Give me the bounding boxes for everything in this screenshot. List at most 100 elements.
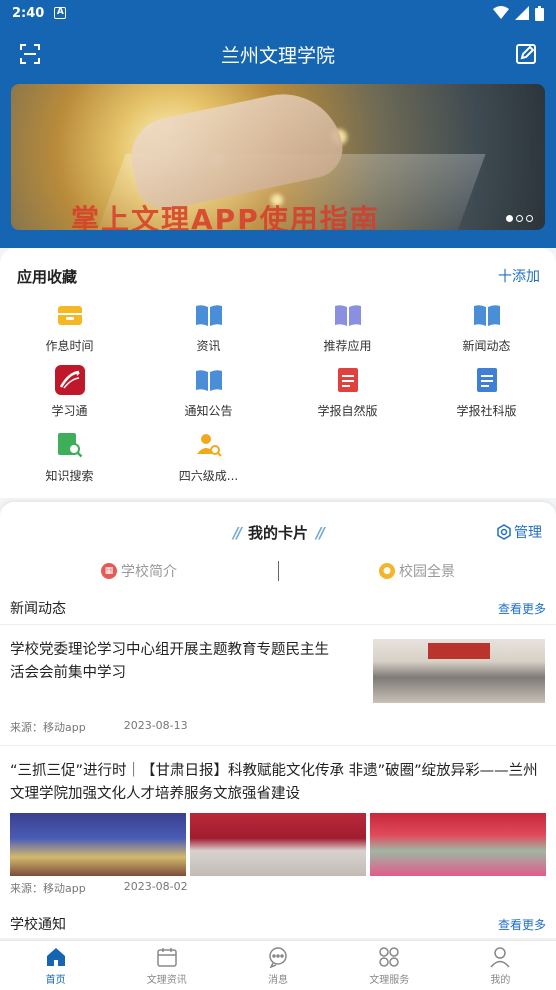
tab-campus-panorama[interactable]: ● 校园全景 [278,561,556,581]
open-book-icon [194,300,224,330]
signal-icon [515,6,529,20]
open-book-icon [472,300,502,330]
news-date: 2023-08-02 [123,880,188,893]
banner-caption: 掌上文理APP使用指南 [71,203,380,230]
carousel-dot [516,215,523,222]
my-cards-title: // 我的卡片 // [0,522,556,543]
user-icon [490,946,510,967]
page-title: 兰州文理学院 [220,44,335,67]
app-label: 通知公告 [184,404,233,418]
battery-icon [535,5,544,21]
divider [278,561,279,581]
inbox-tray-icon [55,300,85,330]
manage-label: 管理 [514,525,542,541]
status-bar: 2:40 A [0,0,556,26]
news-image [370,813,546,876]
app-cet-score[interactable]: 四六级成... [139,430,278,495]
app-label: 作息时间 [45,339,94,353]
news-more-link[interactable]: 查看更多 [498,600,546,617]
title-decoration: // [316,524,325,542]
news-title: “三抓三促”进行时｜【甘肃日报】科教赋能文化传承 非遗”破圈”绽放异彩——兰州文… [10,763,538,802]
title-bar: 兰州文理学院 [0,26,556,82]
news-section-header: 新闻动态 查看更多 [0,598,556,618]
tab-label: 首页 [45,974,66,986]
news-thumbnail [373,639,545,703]
status-time: 2:40 [12,5,45,21]
carousel-dot-active [506,215,513,222]
my-cards-panel: // 我的卡片 // 管理 ▦ 学校简介 ● 校园全景 新闻动态 查看更多 学校党委… [0,502,556,938]
app-journal-natural[interactable]: 学报自然版 [278,365,417,430]
carousel-dot [526,215,533,222]
tab-school-intro[interactable]: ▦ 学校简介 [0,561,278,581]
news-meta: 来源：移动app 2023-08-02 [10,880,188,896]
tab-label: 消息 [268,974,288,986]
app-label: 学习通 [51,404,88,418]
app-recommended[interactable]: 推荐应用 [278,300,417,365]
news-meta: 来源：移动app 2023-08-13 [10,719,188,735]
tab-school-intro-label: 学校简介 [121,564,177,580]
tab-label: 我的 [490,974,511,986]
tab-campus-panorama-label: 校园全景 [399,564,455,580]
notices-section-header: 学校通知 查看更多 [0,914,556,934]
xuexitong-logo-icon [54,365,85,395]
app-notices[interactable]: 通知公告 [139,365,278,430]
wifi-icon [493,6,509,19]
app-news-updates[interactable]: 新闻动态 [417,300,556,365]
tab-services[interactable]: 文理服务 [334,941,445,990]
status-icons [493,5,544,21]
app-journal-social[interactable]: 学报社科版 [417,365,556,430]
tab-news[interactable]: 文理资讯 [111,941,222,990]
app-label: 推荐应用 [323,339,372,353]
news-item[interactable]: “三抓三促”进行时｜【甘肃日报】科教赋能文化传承 非遗”破圈”绽放异彩——兰州文… [0,745,556,895]
news-image [190,813,366,876]
my-cards-title-text: 我的卡片 [247,524,308,542]
app-favorites-title: 应用收藏 [17,268,78,286]
app-news-info[interactable]: 资讯 [139,300,278,365]
tab-messages[interactable]: 消息 [222,941,333,990]
document-icon [472,365,502,395]
app-schedule[interactable]: 作息时间 [0,300,139,365]
notices-section-title: 学校通知 [10,917,66,933]
news-item[interactable]: 学校党委理论学习中心组开展主题教育专题民主生活会会前集中学习 来源：移动app … [0,624,556,744]
news-date: 2023-08-13 [123,719,188,732]
add-app-button[interactable]: 十添加 [498,266,540,286]
news-source: 来源：移动app [10,721,86,734]
manage-gear-icon [497,524,511,540]
open-book-icon [333,300,363,330]
app-knowledge-search[interactable]: 知识搜索 [0,430,139,495]
card-switcher: ▦ 学校简介 ● 校园全景 [0,558,556,584]
notification-a-icon: A [54,7,67,19]
news-source: 来源：移动app [10,882,86,895]
news-section-title: 新闻动态 [10,601,66,617]
tab-label: 文理资讯 [146,974,187,986]
edit-icon[interactable] [514,42,538,66]
app-label: 学报自然版 [317,404,378,418]
app-label: 知识搜索 [45,469,94,483]
tab-profile[interactable]: 我的 [445,941,556,990]
notices-more-link[interactable]: 查看更多 [498,916,546,933]
title-decoration: // [233,524,242,542]
carousel-indicator [506,215,533,222]
scan-icon[interactable] [18,42,42,66]
tab-home[interactable]: 首页 [0,941,111,990]
bottom-tab-bar: 首页 文理资讯 消息 文理服务 我的 [0,940,556,990]
manage-cards-button[interactable]: 管理 [496,522,542,542]
chat-bubble-icon [269,946,287,968]
calendar-icon [157,947,177,967]
app-grid: 作息时间 资讯 推荐应用 新闻动态 学习通 通知公告 学报自然版 学报社科版 知… [0,300,556,495]
app-label: 四六级成... [178,469,239,483]
document-icon [333,365,363,395]
grid-icon [379,946,399,967]
location-pin-icon: ● [379,563,395,579]
user-search-icon [194,430,224,460]
news-title: 学校党委理论学习中心组开展主题教育专题民主生活会会前集中学习 [10,642,329,681]
app-label: 新闻动态 [462,339,511,353]
app-xuexitong[interactable]: 学习通 [0,365,139,430]
home-icon [46,947,65,966]
tab-label: 文理服务 [369,974,410,986]
school-building-icon: ▦ [101,563,117,579]
book-search-icon [55,430,85,460]
banner-carousel[interactable]: 掌上文理APP使用指南 [11,84,545,230]
app-label: 资讯 [196,339,221,353]
app-label: 学报社科版 [456,404,517,418]
